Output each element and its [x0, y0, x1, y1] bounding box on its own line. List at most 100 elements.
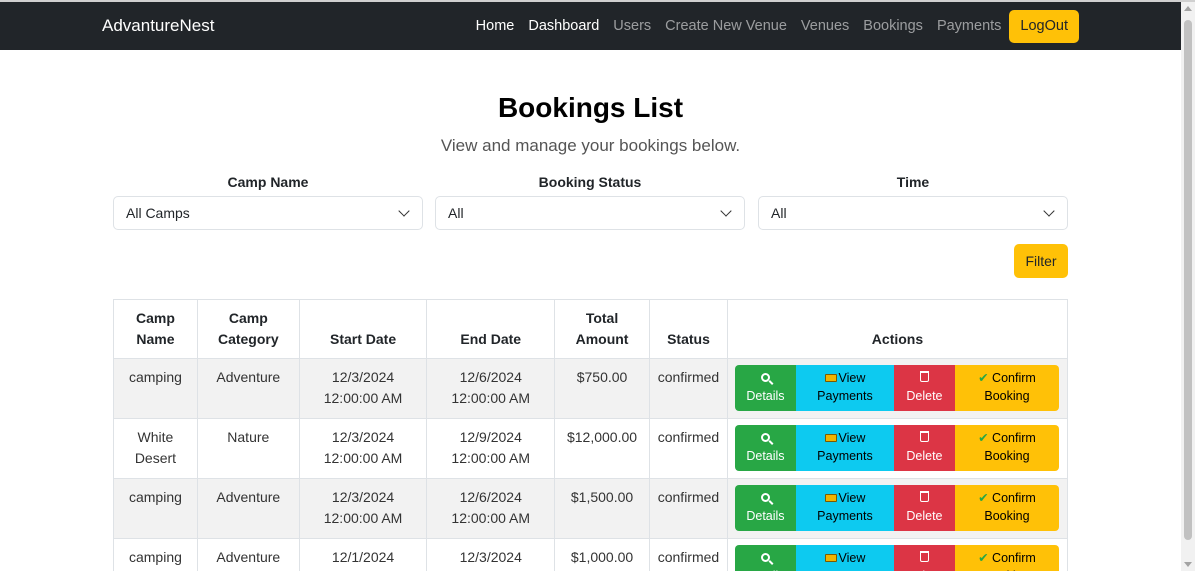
chevron-down-icon — [1043, 205, 1055, 217]
details-button[interactable]: Details — [734, 365, 796, 411]
cell-status: confirmed — [648, 478, 728, 539]
details-button[interactable]: Details — [734, 425, 796, 471]
chevron-down-icon — [720, 205, 732, 217]
header-status: Status — [648, 299, 728, 359]
nav-link-payments[interactable]: Payments — [937, 18, 1001, 34]
table-row: camping Adventure 12/3/2024 12:00:00 AM 1… — [113, 478, 1069, 539]
vertical-scrollbar[interactable] — [1181, 2, 1195, 571]
nav-link-users[interactable]: Users — [613, 18, 651, 34]
cell-camp-category: Adventure — [196, 538, 300, 571]
cell-camp-category: Adventure — [196, 358, 300, 419]
view-payments-button[interactable]: ViewPayments — [795, 485, 894, 531]
nav-link-dashboard[interactable]: Dashboard — [528, 18, 599, 34]
top-navbar: AdvantureNest Home Dashboard Users Creat… — [0, 2, 1181, 50]
table-row: camping Adventure 12/3/2024 12:00:00 AM 1… — [113, 358, 1069, 419]
view-payments-button[interactable]: ViewPayments — [795, 425, 894, 471]
cell-total-amount: $1,000.00 — [554, 538, 650, 571]
scroll-down-arrow-icon[interactable] — [1184, 562, 1192, 567]
trash-icon — [919, 491, 929, 502]
nav-link-home[interactable]: Home — [476, 18, 515, 34]
cell-start-date: 12/3/2024 12:00:00 AM — [298, 358, 428, 419]
nav-link-bookings[interactable]: Bookings — [863, 18, 923, 34]
cell-start-date: 12/3/2024 12:00:00 AM — [298, 418, 428, 479]
delete-button[interactable]: Delete — [893, 485, 955, 531]
cell-camp-name: White Desert — [113, 418, 198, 479]
cell-actions: Details ViewPayments Delete ✔ ConfirmBoo… — [726, 478, 1069, 539]
cell-camp-name: camping — [113, 538, 198, 571]
header-camp-category: Camp Category — [196, 299, 300, 359]
credit-card-icon — [824, 553, 837, 562]
bookings-table: Camp Name Camp Category Start Date End Dat… — [113, 299, 1069, 571]
table-header-row: Camp Name Camp Category Start Date End Dat… — [113, 299, 1069, 359]
filter-camp-name: Camp Name All Camps — [113, 174, 423, 230]
cell-status: confirmed — [648, 538, 728, 571]
scroll-thumb[interactable] — [1184, 20, 1192, 540]
filter-button[interactable]: Filter — [1014, 244, 1068, 278]
scroll-up-arrow-icon[interactable] — [1184, 6, 1192, 11]
header-total-amount: Total Amount — [554, 299, 650, 359]
delete-button[interactable]: Delete — [893, 545, 955, 571]
trash-icon — [919, 431, 929, 442]
cell-camp-category: Nature — [196, 418, 300, 479]
confirm-booking-button[interactable]: ✔ ConfirmBooking — [954, 485, 1059, 531]
cell-camp-category: Adventure — [196, 478, 300, 539]
page-title: Bookings List — [497, 92, 684, 123]
cell-status: confirmed — [648, 418, 728, 479]
table-row: camping Adventure 12/1/2024 12/3/2024 $1… — [113, 538, 1069, 571]
camp-name-select[interactable]: All Camps — [113, 196, 423, 230]
logout-button[interactable]: LogOut — [1009, 9, 1079, 43]
details-button[interactable]: Details — [734, 545, 796, 571]
credit-card-icon — [824, 433, 837, 442]
header-actions: Actions — [726, 299, 1069, 359]
cell-start-date: 12/1/2024 — [298, 538, 428, 571]
time-select-value: All — [771, 205, 787, 221]
cell-actions: Details ViewPayments Delete ✔ ConfirmBoo… — [726, 538, 1069, 571]
cell-actions: Details ViewPayments Delete ✔ ConfirmBoo… — [726, 418, 1069, 479]
cell-end-date: 12/6/2024 12:00:00 AM — [426, 478, 556, 539]
cell-total-amount: $750.00 — [554, 358, 650, 419]
cell-end-date: 12/6/2024 12:00:00 AM — [426, 358, 556, 419]
checkmark-icon: ✔ — [978, 491, 989, 505]
confirm-booking-button[interactable]: ✔ ConfirmBooking — [954, 545, 1059, 571]
table-row: White Desert Nature 12/3/2024 12:00:00 AM … — [113, 418, 1069, 479]
magnifier-icon — [760, 493, 770, 502]
cell-start-date: 12/3/2024 12:00:00 AM — [298, 478, 428, 539]
booking-status-select[interactable]: All — [435, 196, 745, 230]
delete-button[interactable]: Delete — [893, 365, 955, 411]
trash-icon — [919, 371, 929, 382]
header-end-date: End Date — [426, 299, 556, 359]
magnifier-icon — [760, 553, 770, 562]
magnifier-icon — [760, 373, 770, 382]
cell-actions: Details ViewPayments Delete ✔ ConfirmBoo… — [726, 358, 1069, 419]
page-subtitle: View and manage your bookings below. — [440, 136, 741, 155]
checkmark-icon: ✔ — [978, 371, 989, 385]
credit-card-icon — [824, 493, 837, 502]
cell-end-date: 12/3/2024 — [426, 538, 556, 571]
filter-booking-status: Booking Status All — [435, 174, 745, 230]
delete-button[interactable]: Delete — [893, 425, 955, 471]
checkmark-icon: ✔ — [978, 431, 989, 445]
checkmark-icon: ✔ — [978, 551, 989, 565]
confirm-booking-button[interactable]: ✔ ConfirmBooking — [954, 365, 1059, 411]
trash-icon — [919, 551, 929, 562]
nav-link-venues[interactable]: Venues — [801, 18, 849, 34]
header-start-date: Start Date — [298, 299, 428, 359]
nav-links: Home Dashboard Users Create New Venue Ve… — [476, 9, 1079, 43]
cell-camp-name: camping — [113, 358, 198, 419]
header-camp-name: Camp Name — [113, 299, 198, 359]
magnifier-icon — [760, 433, 770, 442]
camp-name-label: Camp Name — [227, 174, 309, 190]
nav-link-create-new-venue[interactable]: Create New Venue — [665, 18, 787, 34]
cell-camp-name: camping — [113, 478, 198, 539]
brand-logo[interactable]: AdvantureNest — [102, 16, 214, 36]
time-select[interactable]: All — [758, 196, 1068, 230]
details-button[interactable]: Details — [734, 485, 796, 531]
booking-status-select-value: All — [448, 205, 464, 221]
view-payments-button[interactable]: ViewPayments — [795, 365, 894, 411]
chevron-down-icon — [398, 205, 410, 217]
cell-total-amount: $12,000.00 — [554, 418, 650, 479]
view-payments-button[interactable]: ViewPayments — [795, 545, 894, 571]
confirm-booking-button[interactable]: ✔ ConfirmBooking — [954, 425, 1059, 471]
cell-status: confirmed — [648, 358, 728, 419]
camp-name-select-value: All Camps — [126, 205, 190, 221]
